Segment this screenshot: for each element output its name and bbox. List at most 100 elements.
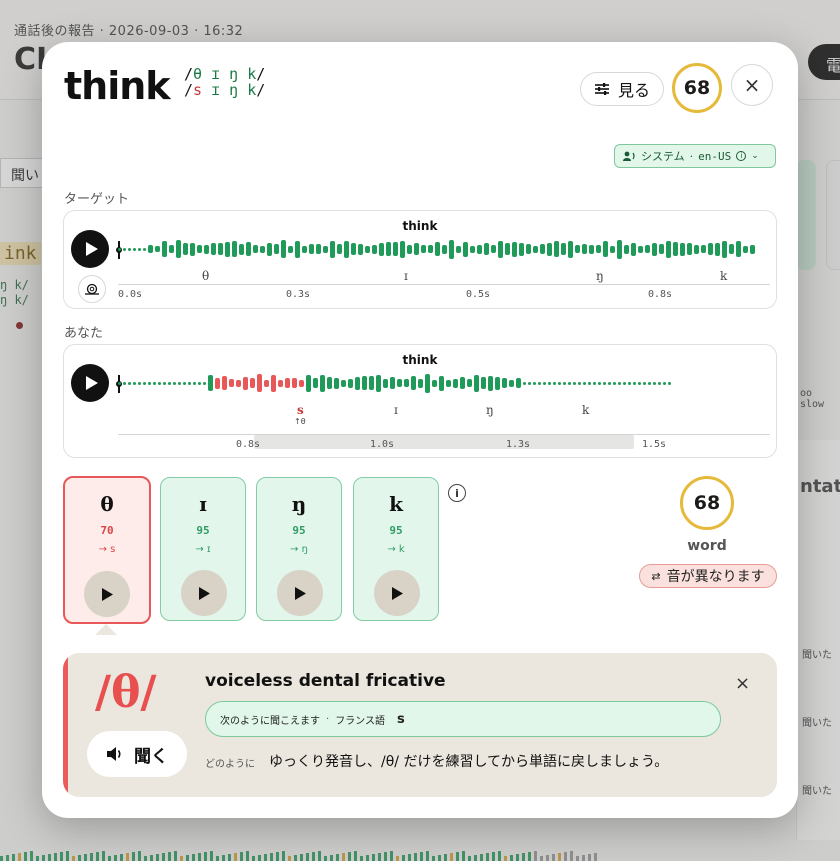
waveform-bar	[631, 242, 636, 256]
waveform-bar	[687, 243, 692, 255]
waveform-bar	[449, 239, 454, 259]
waveform-bar	[138, 247, 141, 251]
phoneme-card-theta[interactable]: θ 70 → s	[63, 476, 151, 624]
waveform-bar	[563, 381, 566, 385]
you-time-tick: 0.8s	[236, 439, 261, 450]
waveform-bar	[421, 245, 426, 253]
listen-button[interactable]: 聞く	[87, 731, 187, 777]
waveform-bar	[143, 247, 146, 251]
you-waveform[interactable]	[118, 371, 770, 395]
waveform-bar	[668, 381, 671, 385]
waveform-bar	[558, 381, 561, 385]
sounds-like-language: フランス語	[335, 715, 385, 727]
you-phoneme: k	[582, 403, 590, 417]
waveform-bar	[498, 240, 503, 258]
waveform-bar	[133, 381, 136, 385]
waveform-bar	[593, 381, 596, 385]
play-icon	[85, 242, 98, 256]
phoneme-card-score: 95	[292, 524, 306, 537]
waveform-bar	[337, 244, 342, 254]
waveform-bar	[260, 245, 265, 253]
target-play-button[interactable]	[71, 230, 109, 268]
waveform-bar	[193, 381, 196, 385]
waveform-bar	[198, 381, 201, 385]
waveform-bar	[573, 381, 576, 385]
sound-differs-badge: ⇄ 音が異なります	[639, 564, 777, 588]
sliders-icon	[594, 83, 609, 95]
waveform-bar	[386, 242, 391, 256]
voice-system-selector[interactable]: システム · en-US i ⌄	[614, 144, 776, 168]
waveform-bar	[348, 378, 353, 388]
waveform-bar	[397, 379, 402, 387]
waveform-bar	[243, 376, 248, 390]
waveform-bar	[351, 243, 356, 255]
waveform-bar	[123, 247, 126, 251]
view-button[interactable]: 見る	[580, 72, 664, 106]
waveform-bar	[188, 381, 191, 385]
slow-playback-snail-icon[interactable]	[78, 275, 106, 303]
you-scrub-range[interactable]	[254, 435, 634, 449]
voice-system-value: en-US	[698, 149, 732, 163]
phoneme-play-button[interactable]	[181, 570, 227, 616]
you-phoneme: ɪ	[394, 403, 398, 417]
waveform-bar	[578, 381, 581, 385]
play-icon	[294, 586, 306, 600]
you-play-button[interactable]	[71, 364, 109, 402]
waveform-bar	[495, 376, 500, 390]
waveform-bar	[404, 379, 409, 387]
ipa-char: /	[184, 81, 194, 99]
waveform-bar	[561, 243, 566, 255]
waveform-bar	[178, 381, 181, 385]
waveform-bar	[645, 245, 650, 253]
waveform-bar	[309, 244, 314, 254]
phoneme-card-k[interactable]: k 95 → k	[353, 477, 439, 621]
waveform-bar	[658, 381, 661, 385]
waveform-bar	[509, 379, 514, 387]
voice-system-label: システム	[641, 150, 685, 163]
phoneme-card-heard: → ŋ	[290, 544, 308, 555]
waveform-bar	[554, 241, 559, 257]
waveform-bar	[138, 381, 141, 385]
word-score-label: word	[687, 538, 727, 554]
target-time-tick: 0.5s	[466, 289, 491, 300]
phoneme-card-i[interactable]: ɪ 95 → ɪ	[160, 477, 246, 621]
target-time-axis	[118, 284, 770, 285]
target-section-label: ターゲット	[64, 192, 130, 207]
phoneme-card-eng[interactable]: ŋ 95 → ŋ	[256, 477, 342, 621]
waveform-bar	[736, 241, 741, 257]
waveform-bar	[467, 379, 472, 387]
close-icon[interactable]: ×	[731, 64, 773, 106]
phoneme-play-button[interactable]	[277, 570, 323, 616]
waveform-bar	[608, 381, 611, 385]
waveform-bar	[439, 375, 444, 391]
ipa-char: s	[193, 81, 203, 99]
sounds-like-label: 次のように聞こえます	[220, 715, 320, 727]
target-waveform[interactable]	[118, 237, 770, 261]
waveform-bar	[603, 381, 606, 385]
phoneme-play-button[interactable]	[374, 570, 420, 616]
waveform-bar	[253, 245, 258, 253]
waveform-bar	[229, 379, 234, 387]
how-text: ゆっくり発音し、/θ/ だけを練習してから単語に戻しましょう。	[269, 754, 669, 770]
target-phoneme: k	[720, 269, 728, 283]
waveform-bar	[575, 245, 580, 253]
info-small-icon: i	[736, 151, 747, 161]
waveform-bar	[519, 242, 524, 256]
phoneme-play-button[interactable]	[84, 571, 130, 617]
detail-pointer	[95, 624, 117, 635]
waveform-bar	[281, 240, 286, 258]
waveform-bar	[583, 381, 586, 385]
waveform-bar	[323, 245, 328, 253]
waveform-bar	[502, 378, 507, 388]
waveform-bar	[442, 244, 447, 254]
info-icon[interactable]: i	[448, 484, 466, 502]
waveform-bar	[701, 245, 706, 253]
waveform-bar	[512, 241, 517, 257]
detail-accent-bar	[63, 653, 68, 797]
detail-close-icon[interactable]: ×	[735, 673, 750, 694]
play-icon	[391, 586, 403, 600]
waveform-bar	[250, 378, 255, 388]
waveform-bar	[729, 244, 734, 254]
waveform-bar	[540, 244, 545, 254]
waveform-bar	[463, 241, 468, 257]
